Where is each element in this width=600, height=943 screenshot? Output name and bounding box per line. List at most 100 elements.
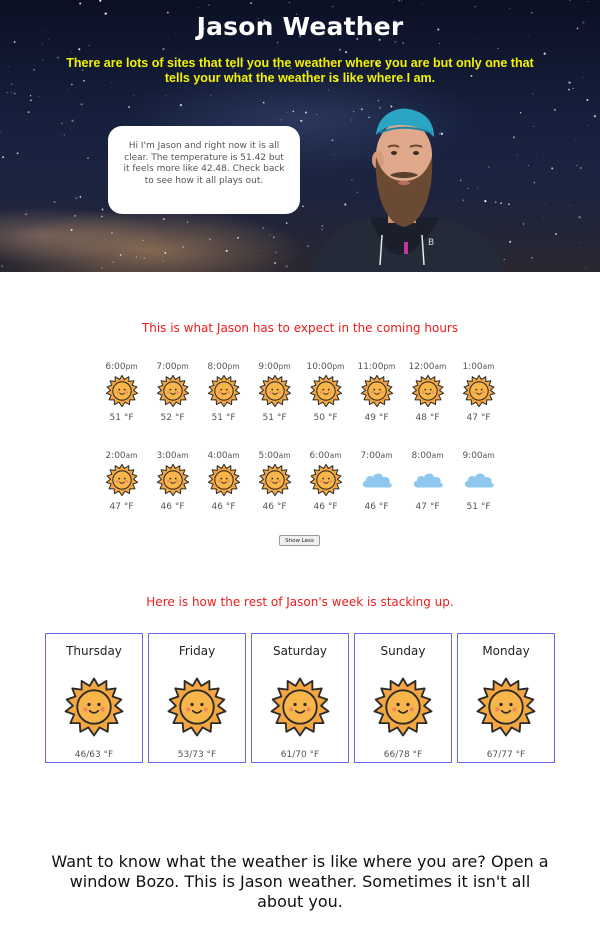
hour-time-value: 7:00 [360,451,381,461]
hour-time-value: 7:00 [156,362,177,372]
star [2,156,5,159]
star [586,98,589,101]
hourly-forecast-item: 8:00am 47 °F [402,449,453,529]
hour-ampm: am [125,451,138,460]
hour-ampm: pm [383,362,396,371]
star [60,122,63,125]
star [533,125,535,128]
star [519,112,522,114]
star [569,0,571,2]
hour-ampm: pm [176,362,189,371]
star [30,99,32,102]
star [208,4,210,6]
star [1,265,4,267]
star [543,217,545,219]
star [583,77,584,79]
star [377,100,379,102]
star [568,88,570,91]
star [274,251,277,254]
star [288,2,290,3]
day-forecast-card: Saturday 61/70 °F [251,633,349,763]
day-temperature-range: 53/73 °F [177,750,217,760]
star [99,0,102,2]
hour-time-value: 6:00 [309,451,330,461]
star [576,165,578,167]
hourly-forecast-item: 8:00pm 51 °F [198,360,249,440]
star [29,95,32,97]
star [0,131,1,134]
star [70,228,73,231]
star [27,111,30,114]
star [528,164,529,166]
hour-ampm: am [227,451,240,460]
star [133,94,135,96]
star [439,43,441,45]
star [210,94,212,96]
site-title: Jason Weather [196,12,404,41]
hour-temperature: 47 °F [466,413,491,423]
star [568,81,571,84]
star [580,167,582,169]
star [522,223,525,225]
star [237,236,239,239]
hour-ampm: pm [332,362,345,371]
day-name: Thursday [66,644,122,658]
star [392,1,394,3]
svg-text:B: B [428,238,434,248]
star [276,41,279,44]
hour-time: 9:00pm [249,360,300,374]
speech-bubble: Hi I'm Jason and right now it is all cle… [108,126,300,214]
star [45,239,47,241]
star [345,51,348,54]
sun-icon [476,677,536,737]
hour-temperature: 50 °F [313,413,338,423]
star [162,218,165,221]
star [578,216,581,219]
star [159,259,161,261]
star [162,48,165,51]
hour-ampm: am [176,451,189,460]
star [143,257,145,259]
hour-time-value: 1:00 [462,362,483,372]
star [531,257,533,259]
star [42,59,44,61]
star [474,5,476,8]
hour-time: 12:00am [402,360,453,374]
hour-time: 6:00am [300,449,351,463]
star [70,51,72,53]
star [71,119,74,122]
hour-temperature: 46 °F [313,502,338,512]
hour-time-value: 12:00 [408,362,435,372]
sun-icon [207,374,240,408]
hourly-forecast-item: 7:00am 46 °F [351,449,402,529]
day-temperature-range: 61/70 °F [280,750,320,760]
star [338,48,341,51]
hourly-forecast-item: 6:00pm 51 °F [96,360,147,440]
hour-temperature: 51 °F [211,413,236,423]
hourly-row: 2:00am 47 °F 3:00am 46 °F 4:00am 46 °F 5:00am 4… [96,449,504,529]
star [588,125,590,127]
star [509,8,511,9]
star [512,136,515,139]
day-name: Sunday [380,644,426,658]
star [274,261,277,265]
hour-time-value: 5:00 [258,451,279,461]
site-tagline: There are lots of sites that tell you th… [66,56,534,85]
star [179,103,183,107]
star [536,154,537,155]
hour-temperature: 46 °F [160,502,185,512]
hero-banner: Jason Weather There are lots of sites th… [0,0,600,272]
star [182,246,185,248]
day-forecast-card: Thursday 46/63 °F [45,633,143,763]
star [262,101,265,104]
star [497,47,499,50]
show-less-button[interactable]: Show Less [279,535,320,546]
star [13,41,16,43]
hour-temperature: 48 °F [415,413,440,423]
sun-icon [270,677,330,737]
hour-time: 10:00pm [300,360,351,374]
star [87,157,89,159]
hourly-forecast-item: 12:00am 48 °F [402,360,453,440]
star [572,87,574,90]
hour-time: 5:00am [249,449,300,463]
